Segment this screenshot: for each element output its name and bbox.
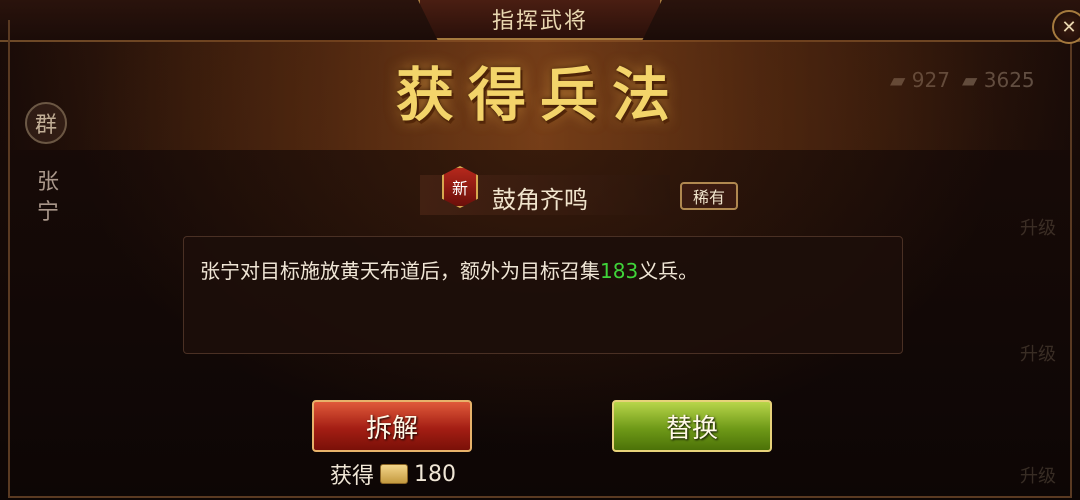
description-suffix: 义兵。 — [638, 259, 699, 283]
upgrade-label-bg: 升级 — [1020, 344, 1056, 365]
banner-title: 获得兵法 — [395, 61, 684, 129]
description-box: 张宁对目标施放黄天布道后，额外为目标召集183义兵。 — [183, 236, 903, 354]
upgrade-label-bg: 升级 — [1020, 218, 1056, 239]
hero-name: 张宁 — [36, 170, 59, 225]
rarity-label: 稀有 — [692, 188, 725, 207]
skill-name: 鼓角齐鸣 — [492, 186, 588, 214]
header-tab: 指挥武将 — [418, 0, 662, 40]
replace-button[interactable]: 替换 — [612, 400, 772, 452]
upgrade-label-bg: 升级 — [1020, 466, 1056, 487]
decompose-button[interactable]: 拆解 — [312, 400, 472, 452]
description-number: 183 — [600, 259, 639, 283]
gain-reward: 获得 180 — [330, 458, 456, 490]
scroll-token-icon — [380, 464, 409, 484]
rarity-badge: 稀有 — [680, 182, 738, 210]
close-button[interactable]: ✕ — [1052, 10, 1080, 44]
gain-value: 180 — [414, 461, 457, 487]
new-label: 新 — [451, 179, 468, 198]
gain-label: 获得 — [330, 464, 375, 489]
skill-description: 张宁对目标施放黄天布道后，额外为目标召集183义兵。 — [200, 255, 698, 284]
page-title: 指挥武将 — [491, 9, 588, 34]
description-prefix: 张宁对目标施放黄天布道后，额外为目标召集 — [200, 259, 600, 283]
close-icon: ✕ — [1061, 16, 1077, 38]
